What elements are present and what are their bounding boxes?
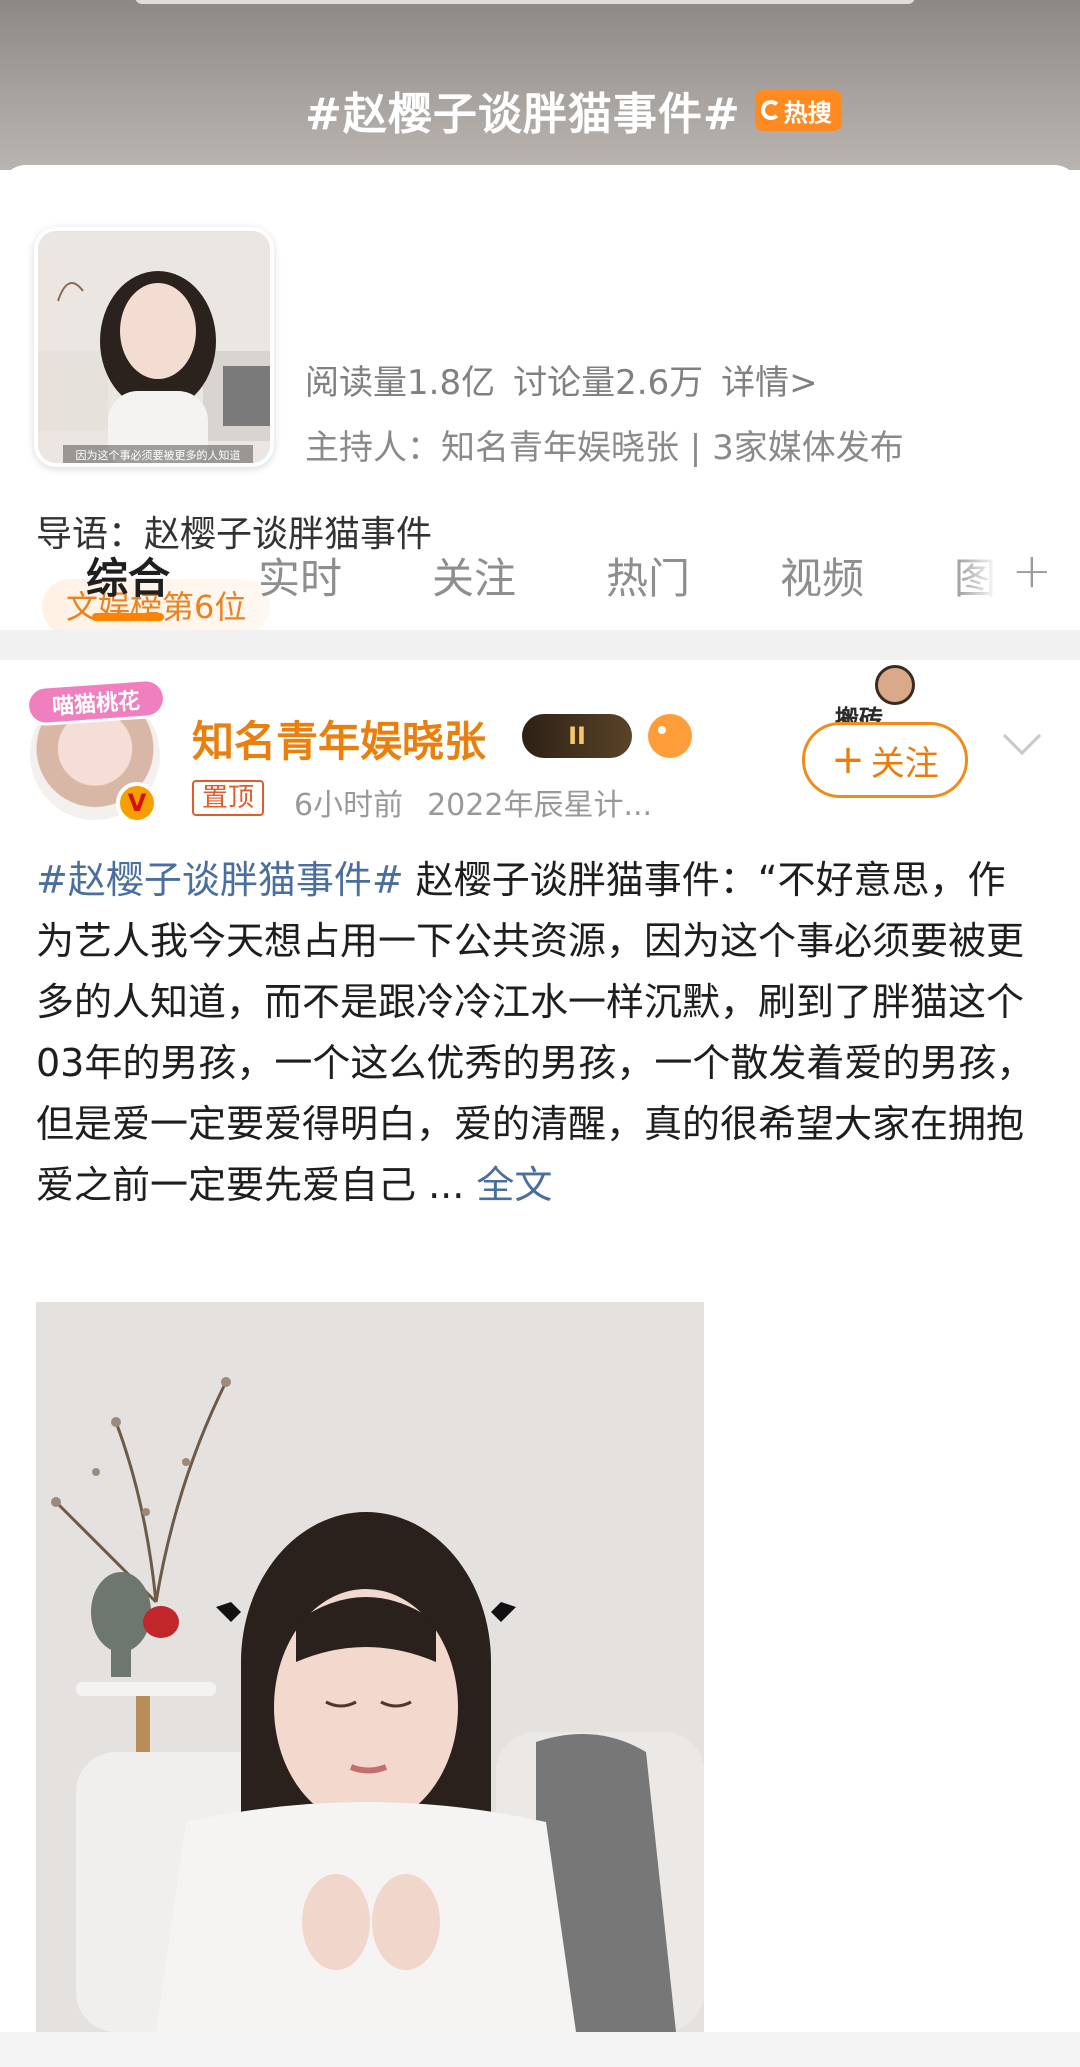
discussion-count: 讨论量2.6万 xyxy=(513,363,704,403)
section-divider xyxy=(0,630,1080,660)
pinned-badge: 置顶 xyxy=(192,780,265,816)
post-video[interactable] xyxy=(36,1302,704,2032)
hot-search-badge[interactable]: 热搜 xyxy=(754,89,842,131)
member-level: II xyxy=(568,722,586,750)
top-sheet-handle xyxy=(135,0,915,4)
follow-label: 关注 xyxy=(870,743,939,784)
tab-bar: 综合 实时 关注 热门 视频 图 + xyxy=(0,535,1080,630)
topic-title-row: #赵樱子谈胖猫事件# 热搜 xyxy=(305,78,842,142)
add-tab-icon[interactable]: + xyxy=(1012,543,1052,599)
member-crown-icon[interactable]: II xyxy=(522,714,632,758)
post-body-text: 赵樱子谈胖猫事件：“不好意思，作为艺人我今天想占用一下公共资源，因为这个事必须要… xyxy=(36,858,1035,1207)
thumbnail-caption: 因为这个事必须要被更多的人知道 xyxy=(76,448,241,462)
host-line[interactable]: 主持人：知名青年娱晓张 | 3家媒体发布 xyxy=(305,420,904,469)
bottom-edge xyxy=(0,2032,1080,2067)
fan-badge-icon[interactable] xyxy=(648,714,692,758)
post-source[interactable]: 2022年辰星计... xyxy=(427,780,652,824)
topic-title: #赵樱子谈胖猫事件# xyxy=(305,89,741,140)
topic-thumbnail[interactable]: 因为这个事必须要被更多的人知道 xyxy=(34,227,274,467)
tab-general[interactable]: 综合 xyxy=(86,545,170,606)
tab-realtime[interactable]: 实时 xyxy=(258,545,342,606)
read-count: 阅读量1.8亿 xyxy=(305,363,496,403)
hot-search-label: 热搜 xyxy=(783,98,832,127)
post-hashtag[interactable]: #赵樱子谈胖猫事件# xyxy=(36,858,404,902)
chevron-down-icon[interactable] xyxy=(1002,716,1042,756)
tab-hot[interactable]: 热门 xyxy=(606,545,690,606)
active-tab-indicator xyxy=(92,613,164,621)
tab-video[interactable]: 视频 xyxy=(780,545,864,606)
post-time: 6小时前 xyxy=(294,788,404,823)
full-text-link[interactable]: 全文 xyxy=(476,1163,552,1207)
video-frame xyxy=(36,1302,704,2032)
post-body: #赵樱子谈胖猫事件# 赵樱子谈胖猫事件：“不好意思，作为艺人我今天想占用一下公共… xyxy=(36,850,1036,1216)
topic-header-background: #赵樱子谈胖猫事件# 热搜 xyxy=(0,0,1080,170)
verified-icon: V xyxy=(116,782,158,824)
details-link[interactable]: 详情> xyxy=(721,355,818,404)
thumbnail-image: 因为这个事必须要被更多的人知道 xyxy=(38,231,270,463)
tab-following[interactable]: 关注 xyxy=(432,545,516,606)
decorative-sticker: 搬砖 xyxy=(835,665,945,733)
follow-button[interactable]: + 关注 xyxy=(802,722,968,798)
hot-search-icon xyxy=(760,100,781,120)
plus-icon: + xyxy=(831,737,865,783)
username[interactable]: 知名青年娱晓张 xyxy=(192,708,486,769)
avatar-sticker: 喵猫桃花 xyxy=(24,677,168,727)
topic-stats: 阅读量1.8亿 讨论量2.6万 详情> xyxy=(305,355,818,404)
post-meta: 6小时前 2022年辰星计... xyxy=(294,780,652,824)
tab-fade-overlay xyxy=(950,535,1010,615)
